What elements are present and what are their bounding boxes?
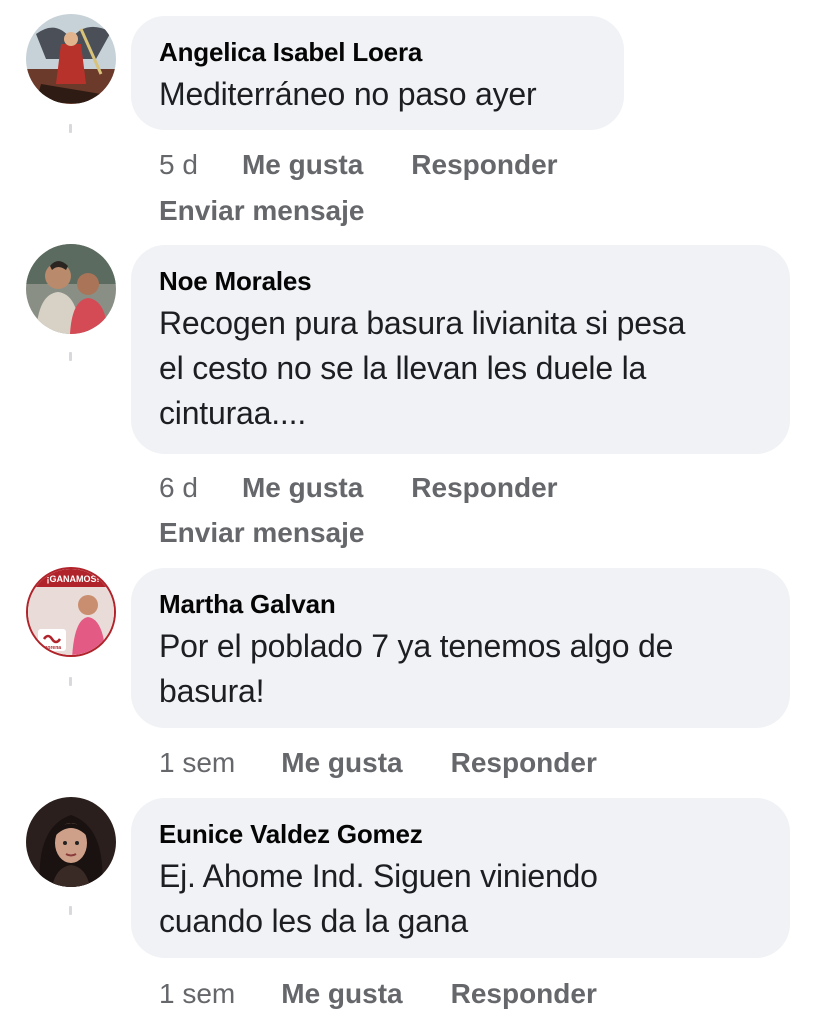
comment-text-line: cinturaa....	[159, 395, 307, 431]
comment-text-line: Ej. Ahome Ind. Siguen viniendo	[159, 858, 598, 894]
comment-text-line: basura!	[159, 673, 265, 709]
comment-bubble: Eunice Valdez Gomez Ej. Ahome Ind. Sigue…	[131, 798, 790, 958]
comment-bubble: Angelica Isabel Loera Mediterráneo no pa…	[131, 16, 624, 130]
send-message-button[interactable]: Enviar mensaje	[159, 515, 364, 551]
comment-actions: 1 sem Me gusta Responder	[159, 976, 597, 1012]
reply-button[interactable]: Responder	[411, 470, 557, 506]
reply-button[interactable]: Responder	[451, 976, 597, 1012]
avatar-couple-image	[26, 244, 116, 334]
comment-actions: 5 d Me gusta Responder	[159, 147, 558, 183]
thread-line	[69, 352, 72, 361]
comment-time[interactable]: 6 d	[159, 470, 198, 506]
comment-author[interactable]: Angelica Isabel Loera	[159, 36, 596, 68]
comment-text: Ej. Ahome Ind. Siguen viniendo cuando le…	[159, 854, 762, 944]
avatar[interactable]	[26, 244, 116, 334]
like-button[interactable]: Me gusta	[281, 976, 402, 1012]
avatar-badge-top: ¡GANAMOS!	[47, 574, 100, 584]
comment-actions: 6 d Me gusta Responder	[159, 470, 558, 506]
comment-author[interactable]: Eunice Valdez Gomez	[159, 818, 762, 850]
comment-text-line: el cesto no se la llevan les duele la	[159, 350, 647, 386]
avatar-angel-image	[26, 14, 116, 104]
like-button[interactable]: Me gusta	[242, 470, 363, 506]
reply-button[interactable]: Responder	[451, 745, 597, 781]
avatar-portrait-image	[26, 797, 116, 887]
avatar[interactable]	[26, 14, 116, 104]
avatar[interactable]: ¡GANAMOS! morena	[26, 567, 116, 657]
like-button[interactable]: Me gusta	[242, 147, 363, 183]
comment-time[interactable]: 5 d	[159, 147, 198, 183]
comment-text-line: Mediterráneo no paso ayer	[159, 76, 537, 112]
comment-text-line: cuando les da la gana	[159, 903, 468, 939]
send-message-button[interactable]: Enviar mensaje	[159, 193, 364, 229]
comment-bubble: Noe Morales Recogen pura basura livianit…	[131, 245, 790, 454]
avatar[interactable]	[26, 797, 116, 887]
avatar-campaign-image: ¡GANAMOS! morena	[28, 569, 114, 655]
comment-bubble: Martha Galvan Por el poblado 7 ya tenemo…	[131, 568, 790, 728]
comment-text: Recogen pura basura livianita si pesa el…	[159, 301, 762, 436]
comment-text-line: Por el poblado 7 ya tenemos algo de	[159, 628, 674, 664]
thread-line	[69, 677, 72, 686]
thread-line	[69, 906, 72, 915]
thread-line	[69, 124, 72, 133]
comment-text-line: Recogen pura basura livianita si pesa	[159, 305, 686, 341]
comment-time[interactable]: 1 sem	[159, 745, 235, 781]
comment-text: Por el poblado 7 ya tenemos algo de basu…	[159, 624, 762, 714]
comment-time[interactable]: 1 sem	[159, 976, 235, 1012]
comment-actions: 1 sem Me gusta Responder	[159, 745, 597, 781]
like-button[interactable]: Me gusta	[281, 745, 402, 781]
comment-author[interactable]: Noe Morales	[159, 265, 762, 297]
reply-button[interactable]: Responder	[411, 147, 557, 183]
avatar-badge-bottom: morena	[43, 645, 61, 651]
comment-text: Mediterráneo no paso ayer	[159, 72, 596, 117]
comment-author[interactable]: Martha Galvan	[159, 588, 762, 620]
